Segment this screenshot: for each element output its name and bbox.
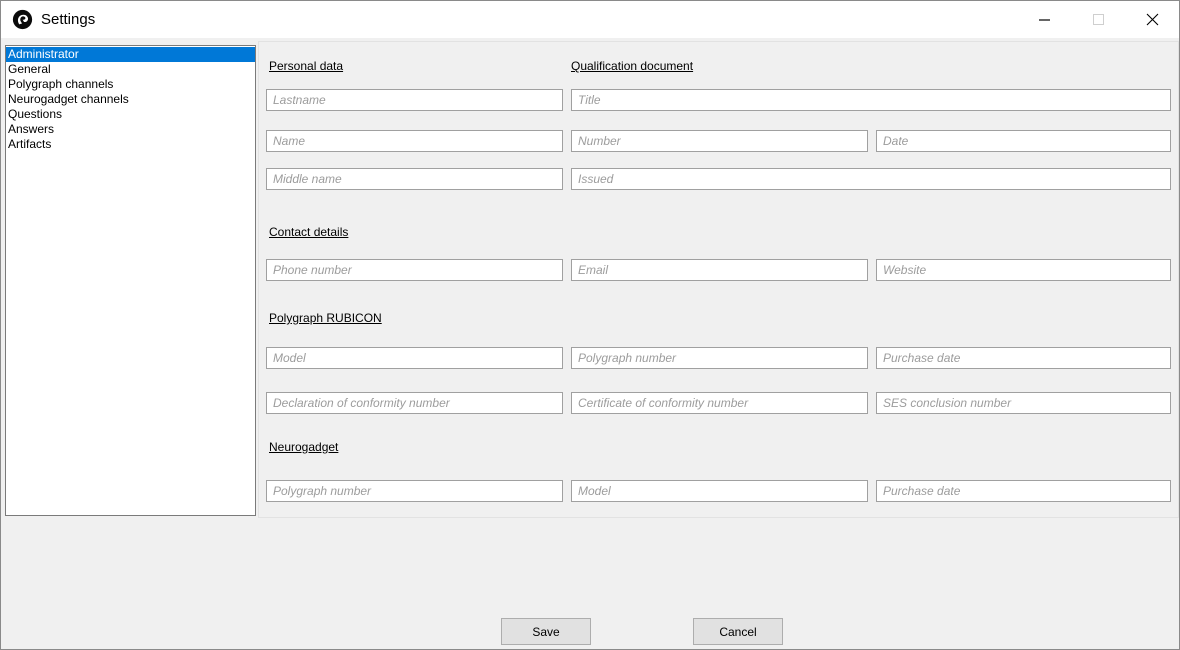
sidebar-item-administrator[interactable]: Administrator xyxy=(6,47,255,62)
phone-number-input[interactable] xyxy=(266,259,563,281)
minimize-button[interactable] xyxy=(1017,1,1071,38)
certificate-conformity-number-input[interactable] xyxy=(571,392,868,414)
lastname-input[interactable] xyxy=(266,89,563,111)
sidebar-item-questions[interactable]: Questions xyxy=(6,107,255,122)
cancel-button[interactable]: Cancel xyxy=(693,618,783,645)
neurogadget-heading: Neurogadget xyxy=(269,440,338,454)
settings-category-list: Administrator General Polygraph channels… xyxy=(5,45,256,516)
neurogadget-polygraph-number-input[interactable] xyxy=(266,480,563,502)
sidebar-item-general[interactable]: General xyxy=(6,62,255,77)
rubicon-purchase-date-input[interactable] xyxy=(876,347,1171,369)
rubicon-model-input[interactable] xyxy=(266,347,563,369)
qualification-title-input[interactable] xyxy=(571,89,1171,111)
middle-name-input[interactable] xyxy=(266,168,563,190)
sidebar-item-polygraph-channels[interactable]: Polygraph channels xyxy=(6,77,255,92)
rubicon-polygraph-number-input[interactable] xyxy=(571,347,868,369)
app-logo-icon xyxy=(12,9,33,30)
maximize-button[interactable] xyxy=(1071,1,1125,38)
sidebar-item-neurogadget-channels[interactable]: Neurogadget channels xyxy=(6,92,255,107)
window-controls xyxy=(1017,1,1179,38)
close-icon xyxy=(1146,13,1159,26)
name-input[interactable] xyxy=(266,130,563,152)
window-title: Settings xyxy=(41,11,95,28)
save-button[interactable]: Save xyxy=(501,618,591,645)
declaration-conformity-number-input[interactable] xyxy=(266,392,563,414)
neurogadget-purchase-date-input[interactable] xyxy=(876,480,1171,502)
website-input[interactable] xyxy=(876,259,1171,281)
contact-details-heading: Contact details xyxy=(269,225,348,239)
sidebar-item-artifacts[interactable]: Artifacts xyxy=(6,137,255,152)
ses-conclusion-number-input[interactable] xyxy=(876,392,1171,414)
minimize-icon xyxy=(1039,19,1050,21)
qualification-issued-input[interactable] xyxy=(571,168,1171,190)
title-bar: Settings xyxy=(1,1,1179,38)
qualification-document-heading: Qualification document xyxy=(571,59,693,73)
close-button[interactable] xyxy=(1125,1,1179,38)
qualification-number-input[interactable] xyxy=(571,130,868,152)
maximize-icon xyxy=(1093,14,1104,25)
email-input[interactable] xyxy=(571,259,868,281)
personal-data-heading: Personal data xyxy=(269,59,343,73)
settings-window: Settings Administrator General Polygraph… xyxy=(0,0,1180,650)
sidebar-item-answers[interactable]: Answers xyxy=(6,122,255,137)
neurogadget-model-input[interactable] xyxy=(571,480,868,502)
polygraph-rubicon-heading: Polygraph RUBICON xyxy=(269,311,382,325)
qualification-date-input[interactable] xyxy=(876,130,1171,152)
